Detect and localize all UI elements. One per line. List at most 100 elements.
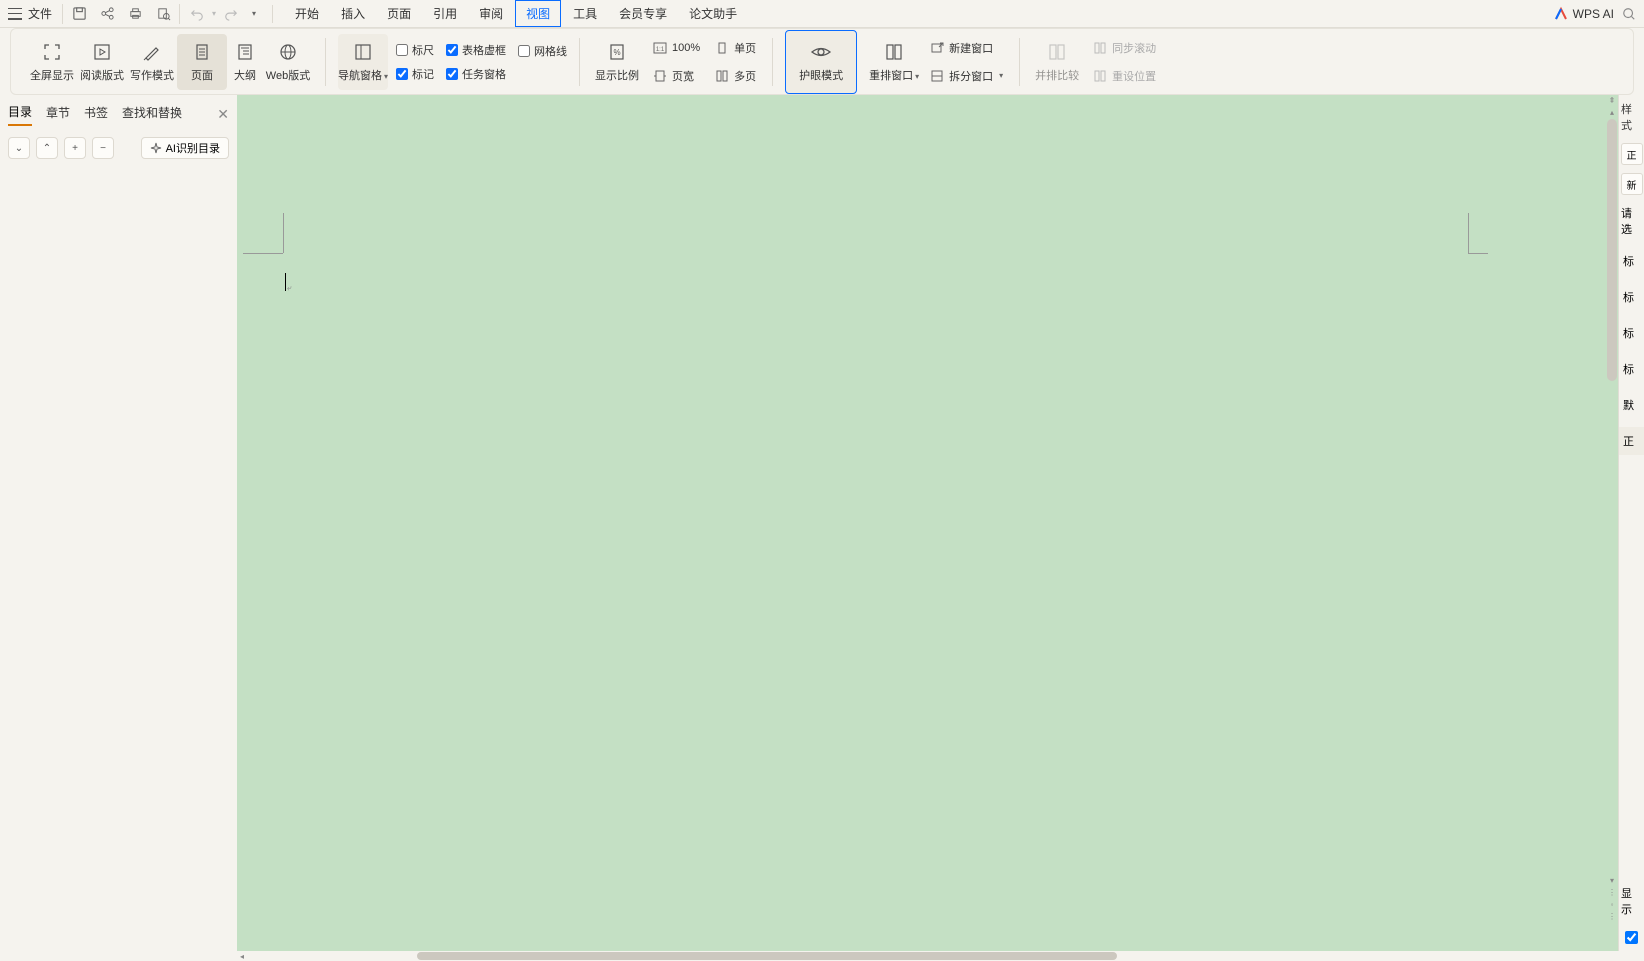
eye-icon [810,41,832,63]
search-icon[interactable] [1622,7,1636,21]
menu-bar: 文件 ▾ ▾ 开始 插入 页面 引用 审阅 视图 工具 会员专享 论文助手 WP… [0,0,1644,28]
zoom-group: % 显示比例 1:1 100% 页宽 单页 多页 [584,32,768,92]
new-window-button[interactable]: 新建窗口 [925,37,1007,59]
writing-mode-button[interactable]: 写作模式 [127,34,177,90]
fullscreen-button[interactable]: 全屏显示 [27,34,77,90]
vertical-scrollbar-thumb[interactable] [1607,119,1617,381]
style-item-h2[interactable]: 标 [1619,283,1644,311]
side-by-side-icon [1046,41,1068,63]
reading-layout-button[interactable]: 阅读版式 [77,34,127,90]
page-target-glyph-icon[interactable]: ◦ [1611,901,1614,909]
arrow-up-glyph-icon[interactable]: ▴ [1610,109,1614,117]
multi-page-button[interactable]: 多页 [710,65,760,87]
task-pane-checkbox[interactable]: 任务窗格 [446,66,506,82]
style-item-h4[interactable]: 标 [1619,355,1644,383]
nav-tab-chapters[interactable]: 章节 [46,104,70,125]
display-ratio-button[interactable]: % 显示比例 [592,34,642,90]
new-window-icon [929,40,945,56]
more-dropdown-icon[interactable]: ▾ [252,9,256,18]
nav-tab-bookmarks[interactable]: 书签 [84,104,108,125]
nav-pane-button[interactable]: 导航窗格▾ [338,34,388,90]
style-chip-new[interactable]: 新 [1621,173,1643,195]
redo-icon[interactable] [224,7,238,21]
nav-tab-find-replace[interactable]: 查找和替换 [122,104,182,125]
table-frame-checkbox[interactable]: 表格虚框 [446,42,506,58]
sync-scroll-button: 同步滚动 [1088,37,1160,59]
undo-icon[interactable] [190,7,204,21]
compare-group: 并排比较 同步滚动 重设位置 [1024,32,1168,92]
nav-tab-toc[interactable]: 目录 [8,103,32,126]
styles-panel: 样式 正 新 请选 标 标 标 标 默 正 显示 [1618,95,1644,951]
split-window-icon [929,68,945,84]
remove-button[interactable]: − [92,137,114,159]
nav-panel-tabs: 目录 章节 书签 查找和替换 ✕ [0,99,237,129]
side-by-side-button[interactable]: 并排比较 [1032,34,1082,90]
fullscreen-icon [41,41,63,63]
wps-ai-logo-icon [1553,6,1569,22]
show-group: 导航窗格▾ 标尺 标记 表格虚框 任务窗格 网格线 [330,32,575,92]
eye-protect-button[interactable]: 护眼模式 [785,30,857,94]
undo-redo-group: ▾ ▾ [180,7,266,21]
style-item-default[interactable]: 默 [1619,391,1644,419]
close-icon[interactable]: ✕ [217,106,229,123]
percent-icon: % [606,41,628,63]
outline-button[interactable]: 大纲 [227,34,263,90]
writing-mode-icon [141,41,163,63]
arrow-down-glyph-icon[interactable]: ▾ [1610,877,1614,885]
horizontal-scrollbar[interactable]: ◂ [237,951,1618,961]
svg-text:1:1: 1:1 [656,47,665,53]
ai-toc-button[interactable]: AI识别目录 [141,137,229,159]
wps-ai-button[interactable]: WPS AI [1553,6,1614,22]
print-preview-icon[interactable] [155,6,171,22]
page-down-glyph-icon[interactable]: ⋮ [1608,913,1616,921]
tab-page[interactable]: 页面 [377,1,421,26]
style-item-h1[interactable]: 标 [1619,247,1644,275]
tab-tools[interactable]: 工具 [563,1,607,26]
web-layout-button[interactable]: Web版式 [263,34,313,90]
tab-review[interactable]: 审阅 [469,1,513,26]
collapse-up-button[interactable]: ⌃ [36,137,58,159]
tab-start[interactable]: 开始 [285,1,329,26]
style-chip-body[interactable]: 正 [1621,143,1643,165]
arrange-window-button[interactable]: 重排窗口▾ [869,34,919,90]
chevron-down-icon: ⌄ [15,143,23,154]
undo-dropdown-icon[interactable]: ▾ [212,9,216,18]
split-window-button[interactable]: 拆分窗口▾ [925,65,1007,87]
tab-thesis[interactable]: 论文助手 [679,1,747,26]
document-canvas[interactable]: ⤶ ⇞ ▴ ▾ ⋮ ◦ ⋮ [237,95,1618,951]
page-up-glyph-icon[interactable]: ⋮ [1608,889,1616,897]
tab-reference[interactable]: 引用 [423,1,467,26]
hamburger-icon[interactable] [8,8,22,20]
tab-member[interactable]: 会员专享 [609,1,677,26]
nav-pane-icon [352,41,374,63]
reset-position-icon [1092,68,1108,84]
style-item-normal[interactable]: 正 [1619,427,1644,455]
marks-checkbox[interactable]: 标记 [396,66,434,82]
styles-header: 样式 [1619,99,1644,135]
file-menu[interactable]: 文件 [28,5,52,22]
ruler-checkbox[interactable]: 标尺 [396,42,434,58]
styles-show-checkbox[interactable] [1621,927,1642,951]
page-layout-icon [191,41,213,63]
single-page-button[interactable]: 单页 [710,37,760,59]
tab-view[interactable]: 视图 [515,0,561,27]
page-width-button[interactable]: 页宽 [648,65,704,87]
multi-page-icon [714,68,730,84]
expand-down-button[interactable]: ⌄ [8,137,30,159]
style-item-h3[interactable]: 标 [1619,319,1644,347]
zoom-100-button[interactable]: 1:1 100% [648,37,704,59]
hscroll-track[interactable] [247,952,1618,960]
collapse-up-glyph-icon[interactable]: ⇞ [1609,97,1616,105]
print-icon[interactable] [127,6,143,22]
reading-layout-icon [91,41,113,63]
scroll-left-icon[interactable]: ◂ [237,952,247,961]
tab-insert[interactable]: 插入 [331,1,375,26]
gridlines-checkbox[interactable]: 网格线 [518,43,567,59]
save-icon[interactable] [71,6,87,22]
hscroll-thumb[interactable] [417,952,1117,960]
outline-icon [234,41,256,63]
share-icon[interactable] [99,6,115,22]
single-page-icon [714,40,730,56]
add-button[interactable]: + [64,137,86,159]
page-layout-button[interactable]: 页面 [177,34,227,90]
